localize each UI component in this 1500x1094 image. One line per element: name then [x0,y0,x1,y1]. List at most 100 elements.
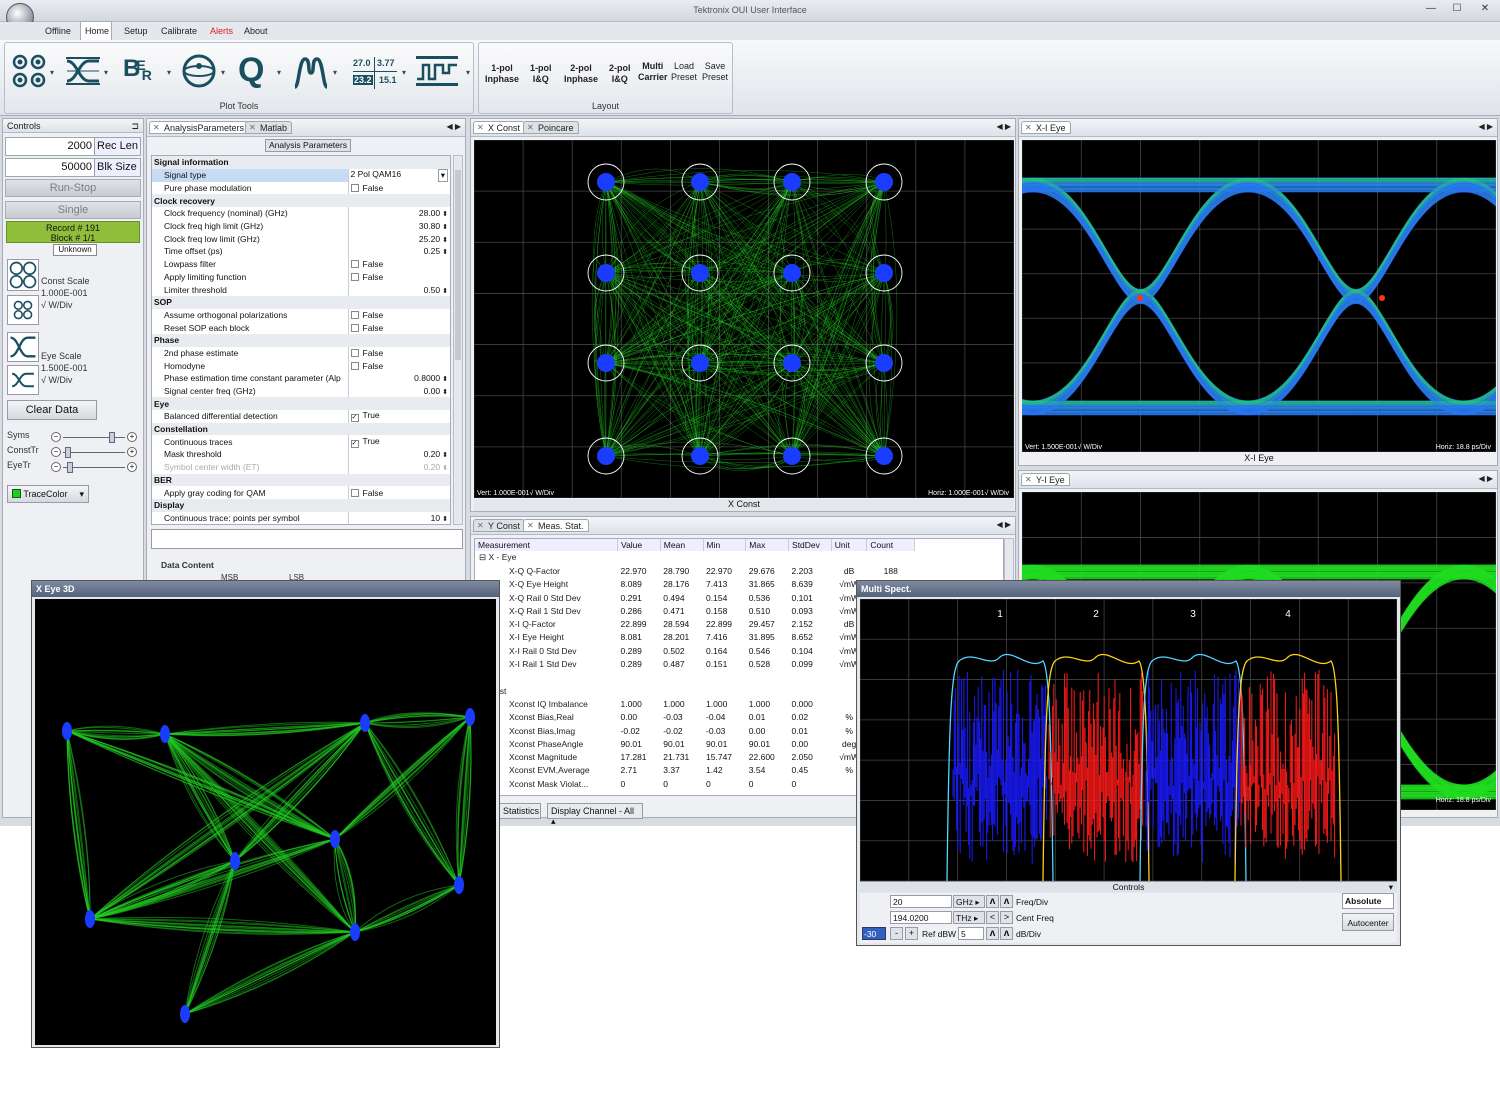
table-row[interactable]: Xconst PhaseAngle 90.01 90.01 90.01 90.01 0.0… [475,737,915,750]
xconst-tab-scroll-icon[interactable]: ◀ ▶ [996,122,1011,131]
column-header[interactable]: Max [745,539,790,551]
property-row[interactable]: Symbol center width (ET) 0.20 ⬍ [152,460,450,474]
table-row[interactable]: - Const [475,684,915,697]
ref-plus-icon[interactable]: + [905,927,918,940]
property-checkbox[interactable]: False [347,321,450,334]
spinner-icon[interactable]: ⬍ [442,376,448,383]
eyetr-plus-icon[interactable]: + [127,462,137,472]
menu-home[interactable]: Home [85,26,109,36]
property-row[interactable]: Homodyne False [152,359,450,372]
menu-calibrate[interactable]: Calibrate [161,26,197,36]
checkbox-icon[interactable] [350,488,359,497]
property-category-label[interactable]: Eye [152,397,450,411]
freq-div-input[interactable]: 20 [890,895,952,908]
constellation-dropdown-icon[interactable]: ▾ [50,68,54,77]
table-dropdown-icon[interactable]: ▾ [402,68,406,77]
property-value[interactable]: 0.20 ⬍ [347,460,450,474]
tab-xi-eye[interactable]: X-I Eye [1021,121,1071,134]
spinner-icon[interactable]: ⬍ [442,465,448,472]
property-row[interactable]: Lowpass filter False [152,257,450,271]
syms-minus-icon[interactable]: − [51,432,61,442]
tab-yi-eye[interactable]: Y-I Eye [1021,473,1070,486]
save-preset-button[interactable]: Save Preset [702,61,728,83]
property-value[interactable]: 0.8000 ⬍ [347,372,450,385]
poincare-icon[interactable] [181,53,217,89]
maximize-icon[interactable]: ☐ [1450,3,1464,15]
x-eye-3d-plot[interactable] [35,599,496,1045]
cent-freq-left-icon[interactable]: < [986,911,999,924]
menu-offline[interactable]: Offline [45,26,71,36]
ref-minus-icon[interactable]: - [890,927,903,940]
property-checkbox[interactable]: False [347,308,450,322]
db-div-input[interactable]: 5 [958,927,984,940]
property-row[interactable]: Mask threshold 0.20 ⬍ [152,448,450,461]
table-row[interactable]: Xconst IQ Imbalance 1.000 1.000 1.000 1.000 0… [475,697,915,710]
property-checkbox[interactable]: False [347,486,450,499]
tab-x-const[interactable]: X Const [473,121,526,134]
spectrum-dropdown-icon[interactable]: ▾ [333,68,337,77]
layout-1pol-iq-button[interactable]: 1-pol I&Q [530,63,552,85]
syms-plus-icon[interactable]: + [127,432,137,442]
table-row[interactable]: - Eye [475,671,915,684]
checkbox-icon[interactable] [350,260,359,269]
property-category-label[interactable]: Signal information [152,156,450,169]
column-header[interactable]: Value [617,539,661,551]
column-header[interactable]: Measurement [475,539,619,551]
consttr-minus-icon[interactable]: − [51,447,61,457]
multi-spect-title[interactable]: Multi Spect. [857,581,1400,597]
multi-spectrum-plot[interactable]: 1 2 3 4 [860,599,1397,881]
xeye-tab-scroll-icon[interactable]: ◀ ▶ [1478,122,1493,131]
spinner-icon[interactable]: ⬍ [442,224,448,231]
rec-len-field[interactable]: 2000 Rec Len [5,137,141,156]
eyetr-minus-icon[interactable]: − [51,462,61,472]
table-row[interactable]: X-I Rail 0 Std Dev 0.289 0.502 0.164 0.546 0.… [475,644,915,657]
table-row[interactable]: X-Q Rail 0 Std Dev 0.291 0.494 0.154 0.536 0.… [475,591,915,604]
property-category-label[interactable]: Display [152,498,450,512]
const-scale-up-icon[interactable] [7,259,39,291]
column-header[interactable]: Min [703,539,747,551]
property-checkbox[interactable]: False [347,346,450,360]
property-row[interactable]: Reset SOP each block False [152,321,450,334]
consttr-plus-icon[interactable]: + [127,447,137,457]
ref-input[interactable]: -30 [862,927,886,940]
table-row[interactable]: Xconst EVM,Average2.713.371.423.540.45%1… [475,764,915,777]
table-row[interactable]: X-I Rail 1 Std Dev 0.289 0.487 0.151 0.528 0.… [475,657,915,670]
property-row[interactable]: 2nd phase estimate False [152,346,450,360]
layout-2pol-inphase-button[interactable]: 2-pol Inphase [564,63,598,85]
tab-analysis-parameters[interactable]: AnalysisParameters [149,121,250,134]
consttr-slider[interactable] [65,447,71,458]
property-row[interactable]: Pure phase modulation False [152,181,450,195]
property-row[interactable]: Apply limiting function False [152,270,450,284]
property-checkbox[interactable]: False [347,359,450,372]
property-value[interactable]: 0.00 ⬍ [347,384,450,398]
property-row[interactable]: Signal center freq (GHz) 0.00 ⬍ [152,384,450,398]
eyetr-slider[interactable] [67,462,73,473]
table-row[interactable]: Xconst Bias,Imag -0.02 -0.02 -0.03 0.00 0.01%… [475,724,915,737]
db-div-increase-icon[interactable]: ʌ [1000,927,1013,940]
property-value[interactable]: 0.50 ⬍ [347,283,450,296]
tab-meas-stat[interactable]: Meas. Stat. [523,519,589,532]
layout-multi-carrier-button[interactable]: Multi Carrier [638,61,668,83]
property-value[interactable]: 25.20 ⬍ [347,232,450,246]
layout-2pol-iq-button[interactable]: 2-pol I&Q [609,63,631,85]
autocenter-button[interactable]: Autocenter [1342,913,1394,931]
waveform-icon[interactable] [415,53,459,89]
column-header[interactable]: Mean [660,539,704,551]
single-button[interactable]: Single [5,201,141,219]
spinner-icon[interactable]: ⬍ [442,452,448,459]
property-value[interactable]: 10 ⬍ [347,511,450,524]
load-preset-button[interactable]: Load Preset [671,61,697,83]
eye-dropdown-icon[interactable]: ▾ [104,68,108,77]
checkbox-icon[interactable] [350,184,359,193]
property-category-label[interactable]: Clock recovery [152,194,450,208]
table-row[interactable]: X-Q Eye Height 8.089 28.176 7.413 31.865 8.63… [475,578,915,591]
checkbox-icon[interactable] [350,272,359,281]
trace-color-dropdown[interactable]: TraceColor ▾ [7,485,89,503]
spinner-icon[interactable]: ⬍ [442,516,448,523]
checkbox-icon[interactable]: ✓ [350,414,359,423]
spinner-icon[interactable]: ⬍ [442,211,448,218]
property-row[interactable]: Limiter threshold 0.50 ⬍ [152,283,450,296]
measurement-table-icon[interactable]: 27.0 3.77 23.2 15.1 [353,57,399,89]
const-scale-down-icon[interactable] [7,295,39,325]
property-checkbox[interactable]: False [347,257,450,271]
